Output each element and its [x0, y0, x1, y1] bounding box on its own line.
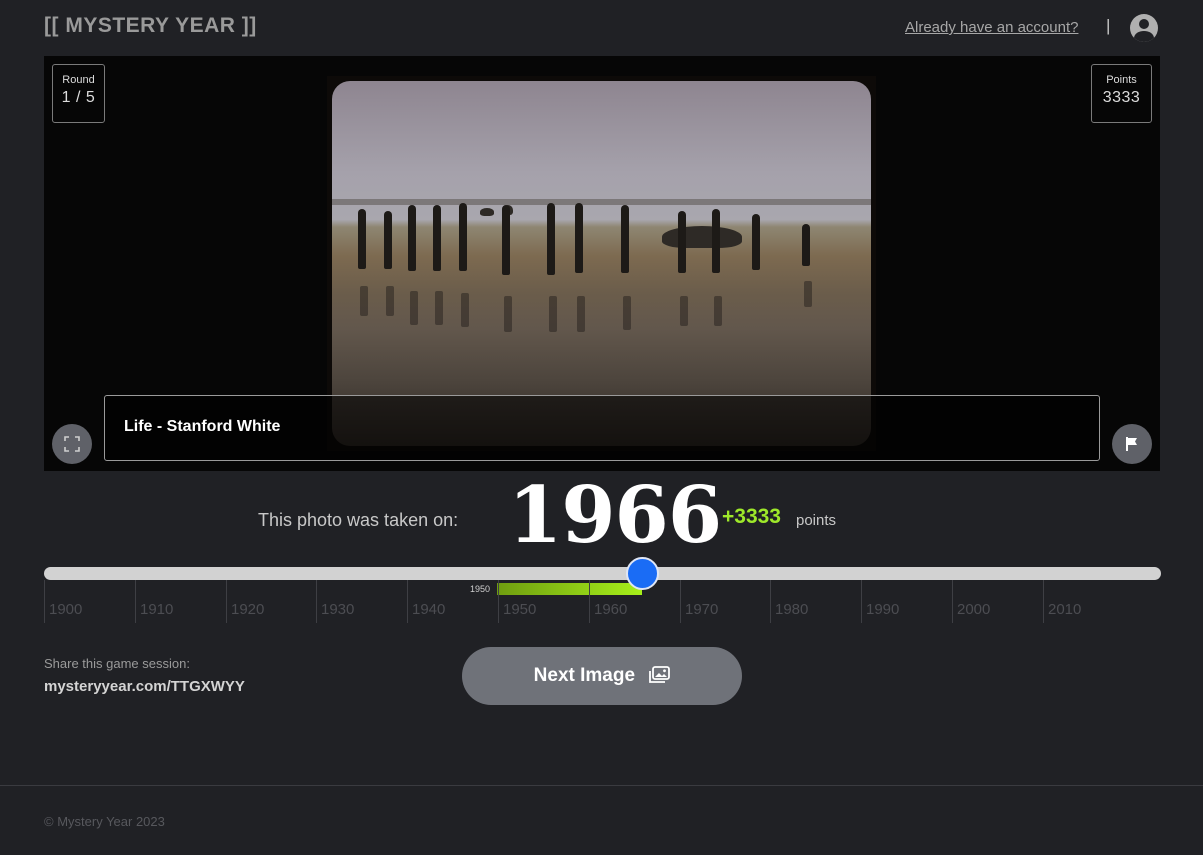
points-earned-label: points	[796, 512, 837, 529]
share-link[interactable]: mysteryyear.com/TTGXWYY	[44, 678, 245, 695]
timeline-tick-label: 1910	[140, 601, 174, 618]
timeline-tick-label: 1950	[503, 601, 537, 618]
timeline-tick	[952, 580, 953, 623]
timeline-tick	[44, 580, 45, 623]
timeline-tick-label: 1980	[775, 601, 809, 618]
timeline-tick-label: 1930	[321, 601, 355, 618]
timeline-tick	[226, 580, 227, 623]
year-slider-thumb[interactable]	[626, 557, 659, 590]
timeline-tick	[407, 580, 408, 623]
points-value: 3333	[1102, 89, 1141, 106]
range-start-label: 1950	[470, 584, 491, 594]
footer-copyright: © Mystery Year 2023	[44, 814, 165, 829]
timeline-tick	[1043, 580, 1044, 623]
report-flag-button[interactable]	[1112, 424, 1152, 464]
photo-caption-text: Life - Stanford White	[124, 418, 281, 435]
header-separator: |	[1106, 16, 1111, 35]
images-icon	[649, 666, 671, 683]
timeline-tick-label: 1940	[412, 601, 446, 618]
flag-icon	[1126, 437, 1137, 451]
round-value: 1 / 5	[61, 89, 96, 106]
timeline-tick	[498, 580, 499, 623]
sign-in-link[interactable]: Already have an account?	[905, 19, 1078, 36]
timeline-tick	[589, 580, 590, 623]
fullscreen-button[interactable]	[52, 424, 92, 464]
timeline-tick	[770, 580, 771, 623]
fullscreen-icon	[64, 436, 80, 452]
timeline-tick-label: 2010	[1048, 601, 1082, 618]
site-logo[interactable]: [[ MYSTERY YEAR ]]	[44, 14, 257, 38]
photo-stage: Round 1 / 5 Points 3333 Life - Stanford …	[44, 56, 1160, 471]
taken-on-label: This photo was taken on:	[258, 510, 459, 530]
timeline-tick-label: 1920	[231, 601, 265, 618]
points-counter: Points 3333	[1091, 64, 1152, 123]
correct-range-bar	[497, 583, 642, 595]
next-image-label: Next Image	[533, 665, 636, 686]
round-counter: Round 1 / 5	[52, 64, 105, 123]
next-image-button[interactable]: Next Image	[462, 647, 742, 705]
user-circle-icon[interactable]	[1130, 14, 1158, 42]
footer-divider	[0, 785, 1203, 786]
timeline-tick-label: 2000	[957, 601, 991, 618]
timeline-tick-label: 1970	[685, 601, 719, 618]
answer-year: 1966	[508, 470, 722, 561]
timeline-tick	[316, 580, 317, 623]
round-label: Round	[62, 74, 95, 86]
timeline-tick	[680, 580, 681, 623]
timeline-tick-label: 1960	[594, 601, 628, 618]
mystery-photo	[332, 81, 871, 446]
photo-caption: Life - Stanford White	[104, 395, 1100, 461]
points-label: Points	[1106, 74, 1137, 86]
timeline-tick-label: 1900	[49, 601, 83, 618]
timeline-tick	[135, 580, 136, 623]
year-slider-track[interactable]	[44, 567, 1161, 580]
timeline-tick-label: 1990	[866, 601, 900, 618]
points-earned: +3333	[722, 505, 781, 528]
timeline-tick	[861, 580, 862, 623]
share-label: Share this game session:	[44, 656, 190, 671]
